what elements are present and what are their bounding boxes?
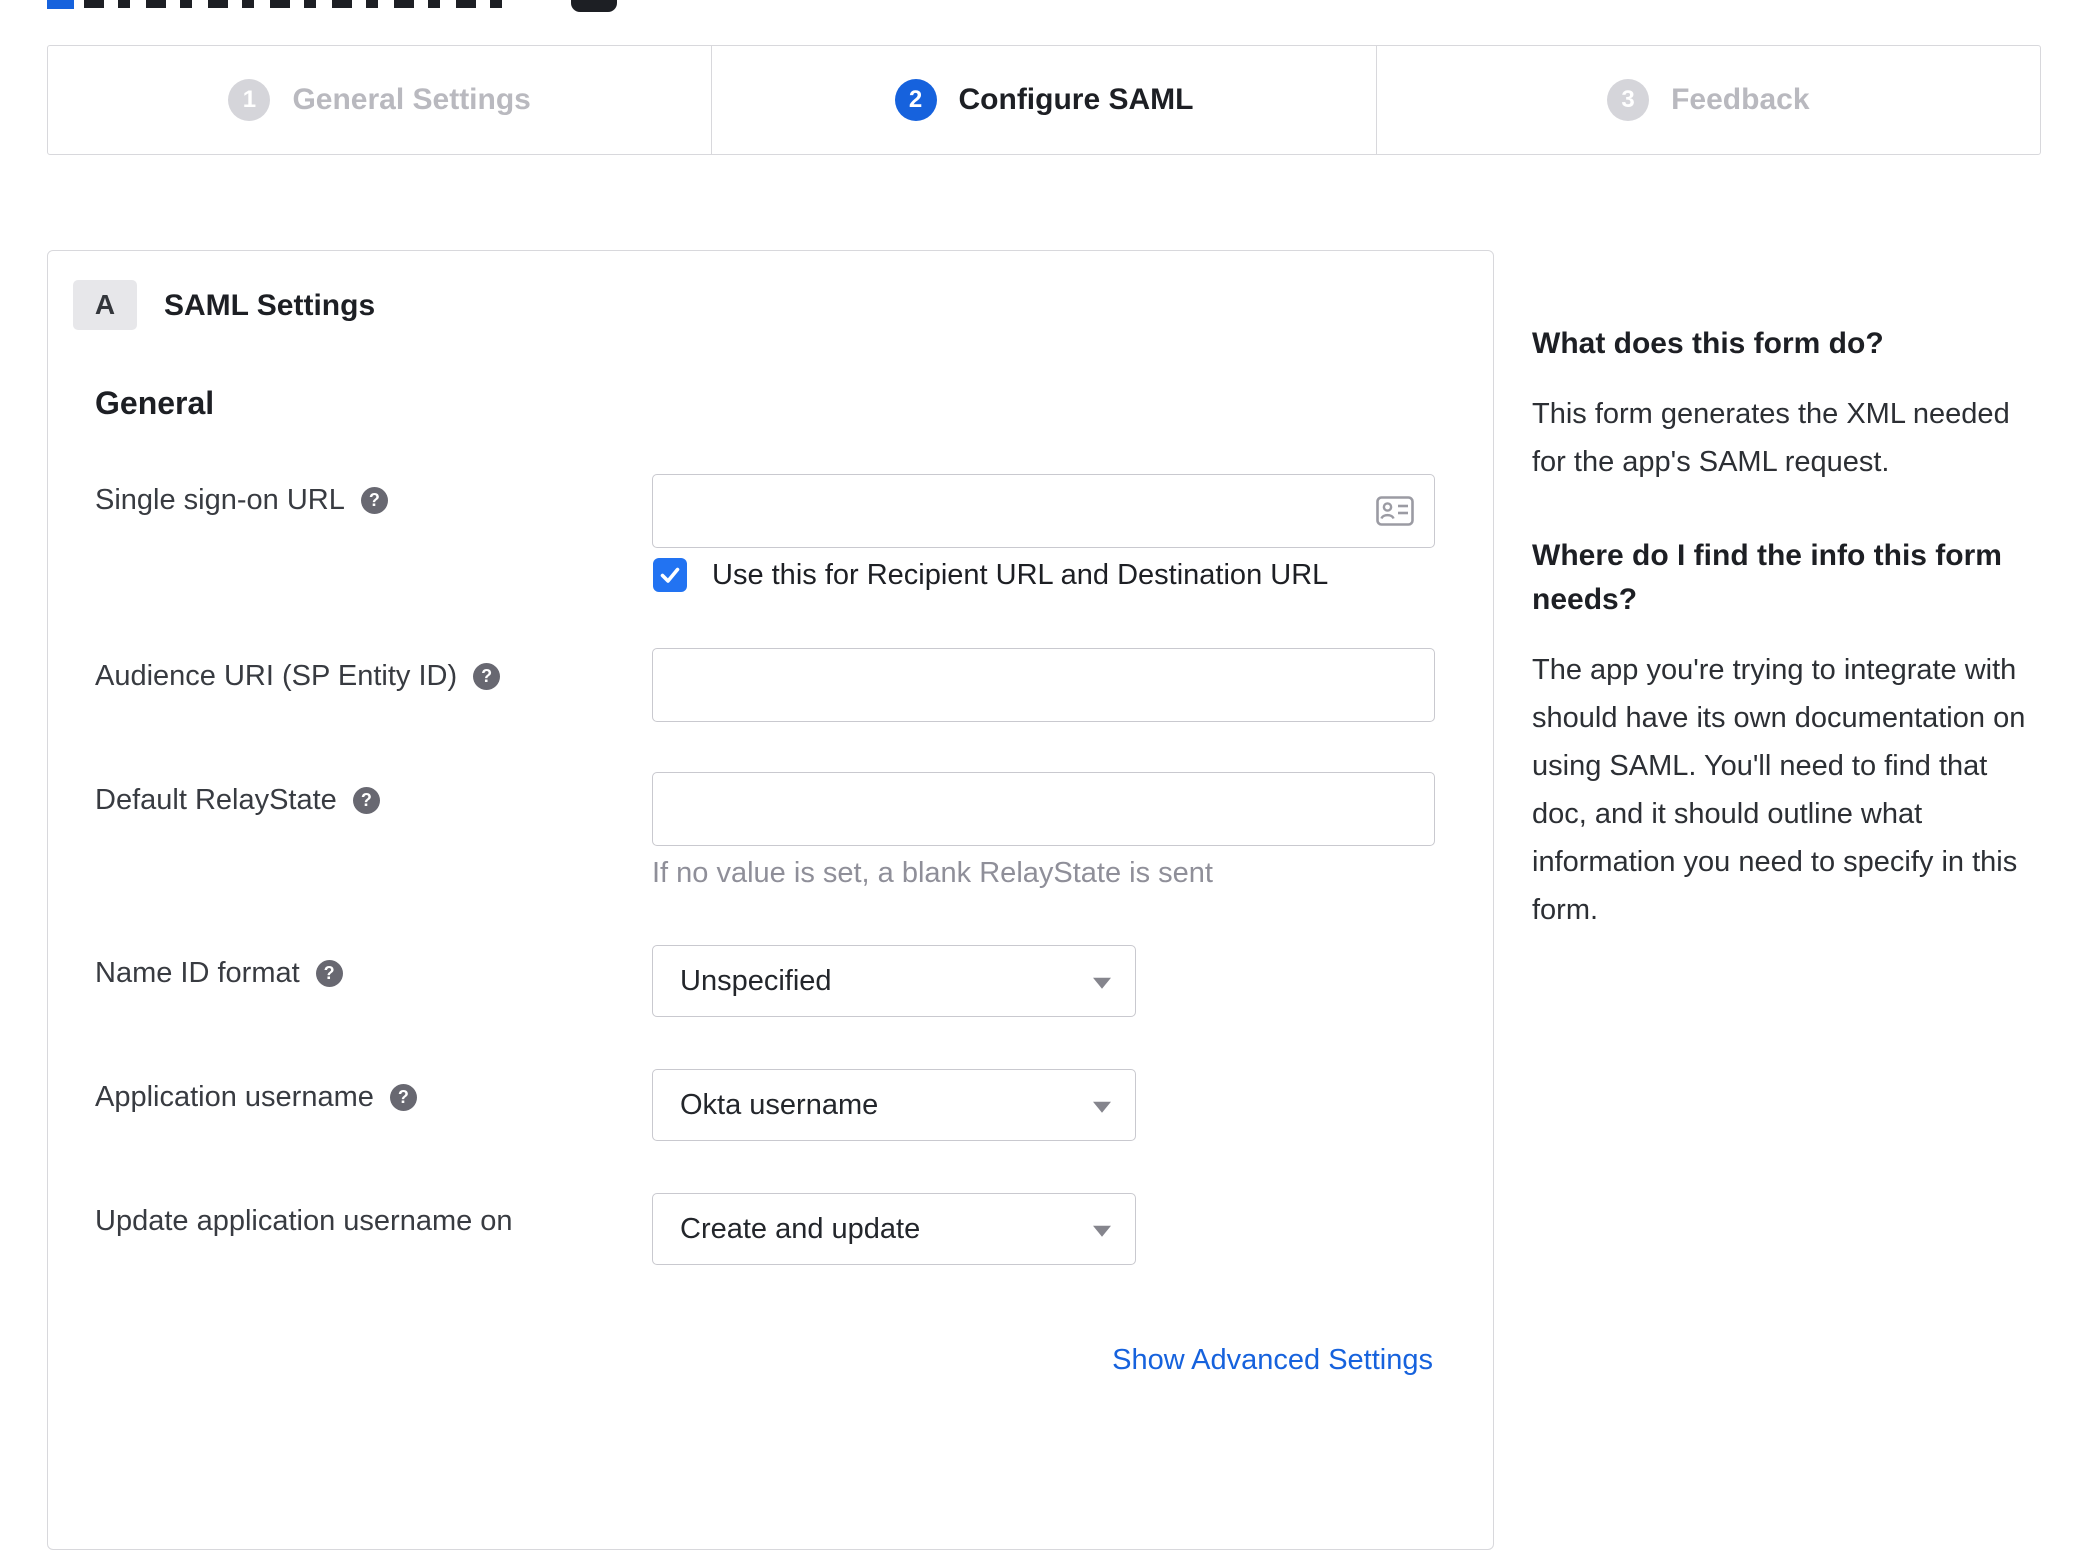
recipient-url-checkbox-label[interactable]: Use this for Recipient URL and Destinati… [712, 559, 1328, 592]
step-3-circle: 3 [1607, 79, 1650, 121]
update-username-label: Update application username on [95, 1205, 513, 1237]
audience-uri-label-row: Audience URI (SP Entity ID) ? [95, 660, 501, 693]
audience-uri-label: Audience URI (SP Entity ID) [95, 660, 458, 692]
chevron-down-icon [1093, 977, 1111, 989]
panel-title: SAML Settings [164, 289, 376, 322]
sso-url-label-row: Single sign-on URL ? [95, 484, 388, 517]
relay-state-label-row: Default RelayState ? [95, 784, 380, 817]
help-icon[interactable]: ? [315, 960, 343, 987]
step-3-number: 3 [1621, 86, 1635, 113]
help-icon[interactable]: ? [352, 787, 380, 814]
chevron-down-icon [1093, 1225, 1111, 1237]
help-icon[interactable]: ? [389, 1084, 417, 1111]
chevron-down-icon [1093, 1101, 1111, 1113]
audience-uri-input-wrap [652, 648, 1435, 722]
sso-url-input[interactable] [653, 475, 1434, 547]
name-id-format-label: Name ID format [95, 957, 300, 989]
step-general-settings[interactable]: 1 General Settings [48, 46, 711, 154]
relay-state-input-wrap [652, 772, 1435, 846]
section-a-badge: A [73, 280, 137, 330]
relay-state-label: Default RelayState [95, 784, 337, 816]
help-heading-where: Where do I find the info this form needs… [1532, 539, 2002, 616]
audience-uri-input[interactable] [653, 649, 1434, 721]
cropped-heading-text [84, 0, 504, 8]
name-id-format-select[interactable]: Unspecified [652, 945, 1136, 1017]
relay-state-input[interactable] [653, 773, 1434, 845]
update-username-value: Create and update [680, 1212, 921, 1245]
cropped-page-header [0, 0, 2092, 14]
step-feedback[interactable]: 3 Feedback [1375, 46, 2040, 154]
update-username-label-row: Update application username on [95, 1205, 513, 1238]
application-username-label: Application username [95, 1081, 374, 1113]
name-id-format-label-row: Name ID format ? [95, 957, 343, 990]
cropped-badge-fragment [571, 0, 617, 12]
checkmark-icon [660, 567, 680, 583]
application-username-label-row: Application username ? [95, 1081, 417, 1114]
wizard-stepper: 1 General Settings 2 Configure SAML 3 Fe… [47, 45, 2041, 155]
help-icon[interactable]: ? [473, 663, 501, 690]
update-username-select[interactable]: Create and update [652, 1193, 1136, 1265]
application-username-select[interactable]: Okta username [652, 1069, 1136, 1141]
help-body-what: This form generates the XML needed for t… [1532, 398, 2010, 478]
step-1-label: General Settings [292, 83, 531, 116]
relay-state-hint: If no value is set, a blank RelayState i… [652, 857, 1213, 889]
step-2-number: 2 [908, 86, 923, 113]
name-id-format-value: Unspecified [680, 964, 832, 997]
step-3-label: Feedback [1671, 83, 1810, 116]
contact-card-icon [1376, 496, 1414, 526]
step-1-circle: 1 [228, 79, 271, 121]
step-2-label: Configure SAML [958, 83, 1194, 116]
saml-settings-panel: A SAML Settings General Single sign-on U… [47, 250, 1494, 1550]
step-configure-saml[interactable]: 2 Configure SAML [711, 46, 1375, 154]
help-body-where: The app you're trying to integrate with … [1532, 654, 2026, 926]
help-sidebar: What does this form do? This form genera… [1532, 322, 2027, 982]
group-title: General [95, 385, 215, 421]
show-advanced-settings-link[interactable]: Show Advanced Settings [1112, 1344, 1433, 1377]
recipient-url-checkbox[interactable] [653, 558, 687, 592]
help-icon[interactable]: ? [360, 487, 388, 514]
cropped-logo-fragment [47, 0, 74, 9]
application-username-value: Okta username [680, 1088, 879, 1121]
recipient-url-checkbox-row: Use this for Recipient URL and Destinati… [653, 558, 1328, 592]
sso-url-label: Single sign-on URL [95, 484, 345, 516]
step-1-number: 1 [242, 86, 257, 113]
help-heading-what: What does this form do? [1532, 327, 1884, 360]
sso-url-input-wrap [652, 474, 1435, 548]
step-2-circle: 2 [894, 79, 937, 121]
